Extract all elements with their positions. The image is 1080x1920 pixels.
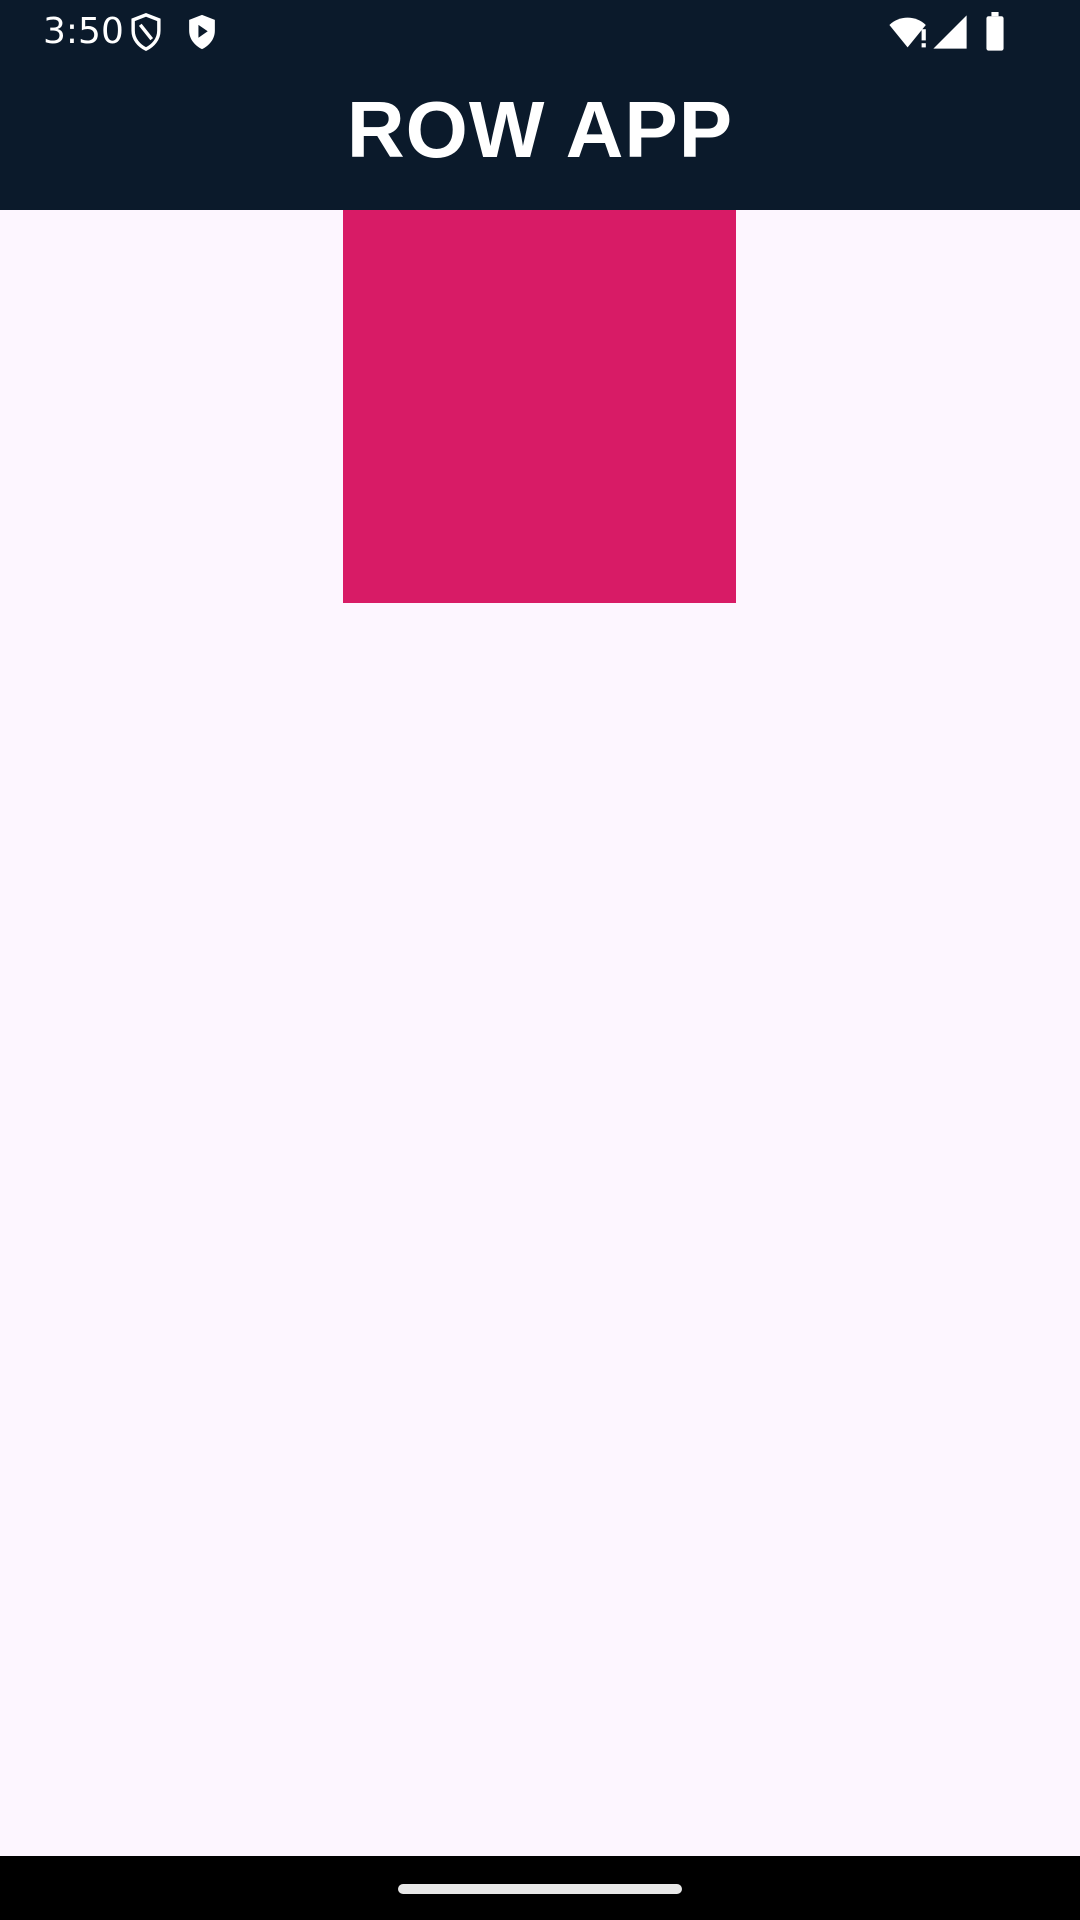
home-handle[interactable] (398, 1884, 682, 1894)
navigation-bar (0, 1856, 1080, 1920)
shield-play-icon (184, 12, 220, 52)
content-area (0, 210, 1080, 1856)
wifi-alert-icon (888, 12, 930, 52)
battery-icon (984, 12, 1006, 52)
app-title: ROW APP (346, 85, 734, 174)
cell-signal-icon (932, 12, 968, 52)
screen: 3:50 ROW APP (0, 0, 1080, 1920)
app-bar: ROW APP (0, 64, 1080, 210)
status-time: 3:50 (43, 11, 124, 52)
pink-box (343, 210, 736, 603)
shield-outline-icon (128, 12, 164, 52)
status-bar: 3:50 (0, 0, 1080, 64)
